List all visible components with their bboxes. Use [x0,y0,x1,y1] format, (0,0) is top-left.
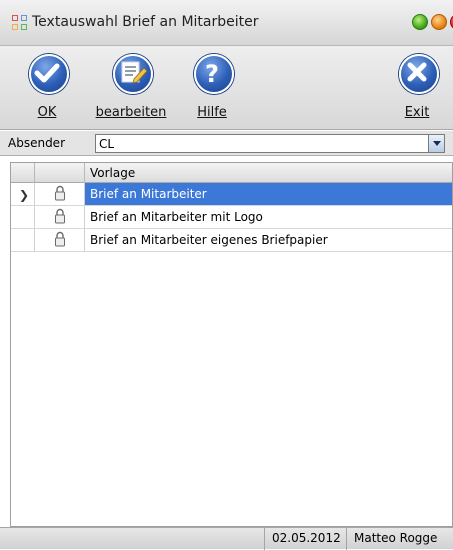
edit-button[interactable]: bearbeiten [94,46,168,130]
lock-icon [55,208,65,224]
ok-label: OK [37,105,57,120]
row-icon-cell [35,229,85,251]
minimize-button[interactable] [412,14,428,30]
check-mark [34,63,60,83]
x-glyph [407,62,427,82]
exit-label: Exit [404,105,430,120]
status-user: Matteo Rogge [346,528,453,550]
edit-glyph [121,61,148,84]
current-row-arrow-icon: ❯ [19,188,30,202]
maximize-button[interactable] [431,14,447,30]
title-bar: Textauswahl Brief an Mitarbeiter [0,0,453,46]
table-row[interactable]: Brief an Mitarbeiter mit Logo [11,206,452,229]
ok-button[interactable]: OK [10,46,84,130]
svg-text:?: ? [205,60,219,88]
header-vorlage[interactable]: Vorlage [85,163,452,183]
status-empty-cell [0,528,264,550]
absender-label: Absender [8,136,65,150]
row-indicator: ❯ [11,183,35,205]
help-label: Hilfe [197,105,227,120]
absender-row: Absender CL [0,131,453,156]
app-icon [12,15,28,31]
table-header: Vorlage [11,163,452,183]
help-button[interactable]: ? Hilfe [175,46,249,130]
row-indicator [11,206,35,228]
table-row[interactable]: ❯ Brief an Mitarbeiter [11,183,452,206]
status-date: 02.05.2012 [264,528,346,550]
absender-combobox[interactable]: CL [95,134,445,153]
row-name: Brief an Mitarbeiter eigenes Briefpapier [85,229,452,251]
question-glyph: ? [205,60,219,88]
dropdown-arrow-icon[interactable] [428,135,444,152]
edit-label: bearbeiten [95,105,167,120]
exit-button[interactable]: Exit [380,46,453,130]
header-indicator-cell [11,163,35,183]
row-name: Brief an Mitarbeiter [85,183,452,205]
row-indicator [11,229,35,251]
row-name: Brief an Mitarbeiter mit Logo [85,206,452,228]
header-icon-cell [35,163,85,183]
table-row[interactable]: Brief an Mitarbeiter eigenes Briefpapier [11,229,452,252]
row-icon-cell [35,183,85,205]
toolbar: OK bearbeiten ? Hilfe Exit [0,46,453,130]
lock-icon [55,185,65,201]
absender-value: CL [99,137,115,151]
status-bar: 02.05.2012 Matteo Rogge [0,527,453,550]
template-table: Vorlage ❯ Brief an Mitarbeiter Brief an … [10,162,453,527]
window-title: Textauswahl Brief an Mitarbeiter [32,14,259,30]
lock-icon [55,231,65,247]
row-icon-cell [35,206,85,228]
